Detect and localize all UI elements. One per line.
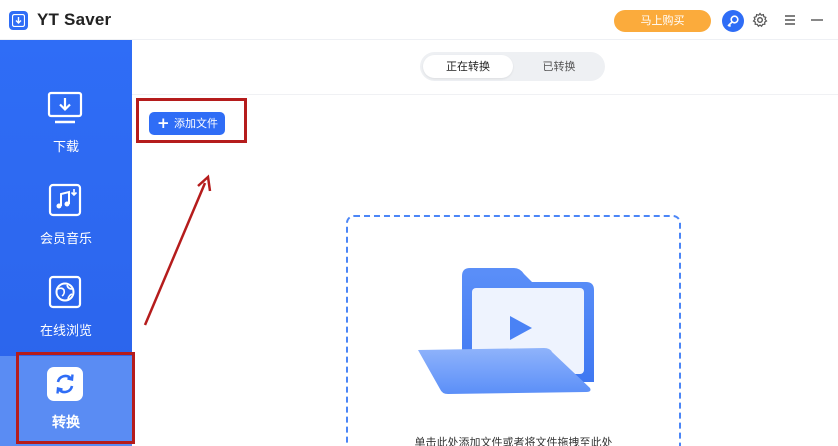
tab-converted[interactable]: 已转换: [515, 55, 603, 78]
sidebar-item-online-browse[interactable]: 在线浏览: [0, 264, 132, 356]
buy-now-button[interactable]: 马上购买: [614, 10, 711, 32]
title-bar: YT Saver 马上购买: [0, 0, 838, 40]
app-title: YT Saver: [37, 10, 112, 29]
key-icon: [727, 15, 739, 28]
content-divider: [132, 94, 838, 95]
sidebar-item-label: 会员音乐: [39, 232, 92, 247]
browser-icon: [48, 275, 82, 309]
settings-gear-icon[interactable]: [752, 12, 768, 28]
app-logo-icon: [9, 11, 28, 30]
sidebar-item-download[interactable]: 下载: [0, 80, 132, 172]
sidebar-item-label: 在线浏览: [39, 324, 92, 339]
music-icon: [48, 183, 82, 217]
drop-hint-text: 单击此处添加文件或者将文件拖拽至此处: [414, 436, 613, 446]
tab-converting[interactable]: 正在转换: [423, 55, 513, 78]
highlight-box-add-file: [136, 98, 247, 143]
sidebar-item-member-music[interactable]: 会员音乐: [0, 172, 132, 264]
minimize-icon[interactable]: [809, 12, 825, 28]
highlight-box-convert: [16, 352, 135, 444]
video-folder-icon: [418, 268, 594, 394]
conversion-tabs: 正在转换 已转换: [420, 52, 605, 81]
register-key-button[interactable]: [722, 10, 744, 32]
menu-icon[interactable]: [782, 12, 798, 28]
download-icon: [47, 91, 83, 124]
sidebar-item-label: 下载: [52, 140, 79, 155]
